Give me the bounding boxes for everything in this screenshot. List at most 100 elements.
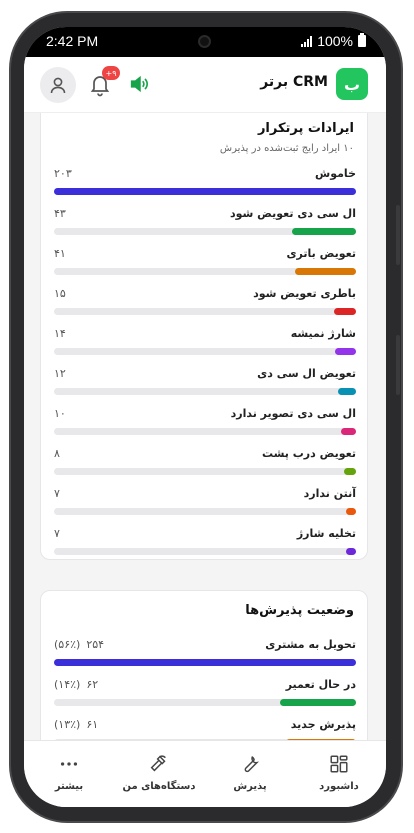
stat-row: آنتن ندارد ۷	[54, 487, 356, 521]
stat-label: تحویل به مشتری	[265, 638, 356, 651]
progress-fill	[344, 468, 356, 475]
progress-track	[54, 388, 356, 395]
stat-row: ال سی دی تعویض شود ۴۳	[54, 207, 356, 241]
app-title: برتر CRM	[260, 74, 328, 90]
stat-row: خاموش ۲۰۳	[54, 167, 356, 201]
progress-fill	[54, 188, 356, 195]
stat-label: آنتن ندارد	[303, 487, 356, 500]
nav-label: بیشتر	[54, 781, 84, 792]
nav-label: دستگاه‌های من	[122, 781, 196, 792]
stat-label: پذیرش جدید	[290, 718, 356, 731]
stat-count: ۸	[54, 447, 60, 460]
more-icon	[60, 762, 78, 766]
card-subtitle: ۱۰ ایراد رایج ثبت‌شده در پذیرش	[219, 143, 354, 154]
stat-row: پذیرش جدید (۱۳٪) ۶۱	[54, 718, 356, 740]
user-avatar-button[interactable]	[40, 67, 76, 103]
side-button	[396, 205, 400, 265]
progress-track	[54, 548, 356, 555]
stat-label: تعویض درب پشت	[261, 447, 356, 460]
stat-count: (۱۴٪) ۶۲	[54, 678, 98, 691]
stat-count: ۱۴	[54, 327, 66, 340]
stat-count: ۱۰	[54, 407, 66, 420]
stat-count-value: ۶۲	[86, 678, 99, 691]
stat-label: باطری تعویض شود	[253, 287, 356, 300]
bottom-nav: داشبورد پذیرش دستگاه‌های من بیشتر	[24, 740, 386, 807]
side-button	[396, 335, 400, 395]
stat-label: شارژ نمیشه	[290, 327, 356, 340]
card-title: وضعیت پذیرش‌ها	[245, 603, 354, 618]
hammer-icon	[150, 755, 166, 772]
app-screen: 2:42 PM 100% ب برتر CRM +۹ ایرادات پرتکر…	[24, 27, 386, 807]
stat-row: تحویل به مشتری (۵۶٪) ۲۵۴	[54, 638, 356, 672]
speaker-icon[interactable]	[128, 73, 150, 95]
stat-label: در حال تعمیر	[285, 678, 356, 691]
stat-row: در حال تعمیر (۱۴٪) ۶۲	[54, 678, 356, 712]
stat-count: ۴۱	[54, 247, 66, 260]
progress-fill	[295, 268, 356, 275]
app-header: ب برتر CRM +۹	[24, 57, 386, 113]
progress-track	[54, 468, 356, 475]
stat-count: (۵۶٪) ۲۵۴	[54, 638, 104, 651]
progress-fill	[341, 428, 356, 435]
user-icon	[50, 77, 66, 94]
stat-label: ال سی دی تعویض شود	[229, 207, 356, 220]
stat-count: ۱۲	[54, 367, 66, 380]
progress-fill	[346, 548, 356, 555]
nav-my-devices[interactable]: دستگاه‌های من	[114, 753, 204, 792]
stat-label: تخلیه شارژ	[296, 527, 356, 540]
progress-fill	[280, 699, 356, 706]
progress-fill	[292, 228, 356, 235]
progress-track	[54, 348, 356, 355]
progress-fill	[335, 348, 356, 355]
stat-count: ۱۵	[54, 287, 66, 300]
receptions-status-card: وضعیت پذیرش‌ها تحویل به مشتری (۵۶٪) ۲۵۴ در …	[40, 590, 368, 740]
stat-row: تخلیه شارژ ۷	[54, 527, 356, 561]
notification-badge: +۹	[102, 66, 120, 80]
nav-reception[interactable]: پذیرش	[205, 753, 295, 792]
progress-fill	[346, 508, 356, 515]
progress-track	[54, 308, 356, 315]
app-logo[interactable]: ب	[336, 68, 368, 100]
nav-more[interactable]: بیشتر	[24, 753, 114, 792]
stat-label: تعویض باتری	[286, 247, 356, 260]
stat-count: ۷	[54, 487, 60, 500]
progress-track	[54, 228, 356, 235]
stat-count-value: ۲۵۴	[86, 638, 105, 651]
progress-track	[54, 659, 356, 666]
nav-label: پذیرش	[233, 781, 267, 792]
stat-count: ۴۳	[54, 207, 66, 220]
progress-fill	[54, 659, 356, 666]
stat-row: ال سی دی تصویر ندارد ۱۰	[54, 407, 356, 441]
stat-row: شارژ نمیشه ۱۴	[54, 327, 356, 361]
battery-icon	[358, 33, 366, 47]
progress-track	[54, 428, 356, 435]
progress-track	[54, 699, 356, 706]
stat-percent: (۱۳٪)	[54, 718, 81, 731]
signal-icon	[301, 35, 313, 47]
camera-cutout	[198, 35, 211, 48]
stat-row: تعویض درب پشت ۸	[54, 447, 356, 481]
battery-percent: 100%	[317, 33, 353, 49]
status-time: 2:42 PM	[46, 33, 99, 49]
stat-label: ال سی دی تصویر ندارد	[230, 407, 356, 420]
nav-dashboard[interactable]: داشبورد	[294, 753, 384, 792]
nav-label: داشبورد	[319, 781, 359, 792]
progress-track	[54, 268, 356, 275]
stat-count: (۱۳٪) ۶۱	[54, 718, 98, 731]
stat-row: باطری تعویض شود ۱۵	[54, 287, 356, 321]
scroll-content[interactable]: ایرادات پرتکرار ۱۰ ایراد رایج ثبت‌شده در…	[24, 113, 386, 740]
wrench-icon	[244, 756, 260, 773]
progress-fill	[338, 388, 356, 395]
stat-row: تعویض ال سی دی ۱۲	[54, 367, 356, 401]
progress-fill	[334, 308, 356, 315]
stat-count-value: ۶۱	[86, 718, 99, 731]
stat-count: ۷	[54, 527, 60, 540]
stat-label: خاموش	[315, 167, 356, 180]
status-right: 100%	[301, 33, 366, 49]
status-bar: 2:42 PM 100%	[24, 27, 386, 57]
stat-percent: (۱۴٪)	[54, 678, 81, 691]
card-title: ایرادات پرتکرار	[257, 121, 354, 136]
progress-track	[54, 188, 356, 195]
progress-track	[54, 508, 356, 515]
stat-percent: (۵۶٪)	[54, 638, 81, 651]
